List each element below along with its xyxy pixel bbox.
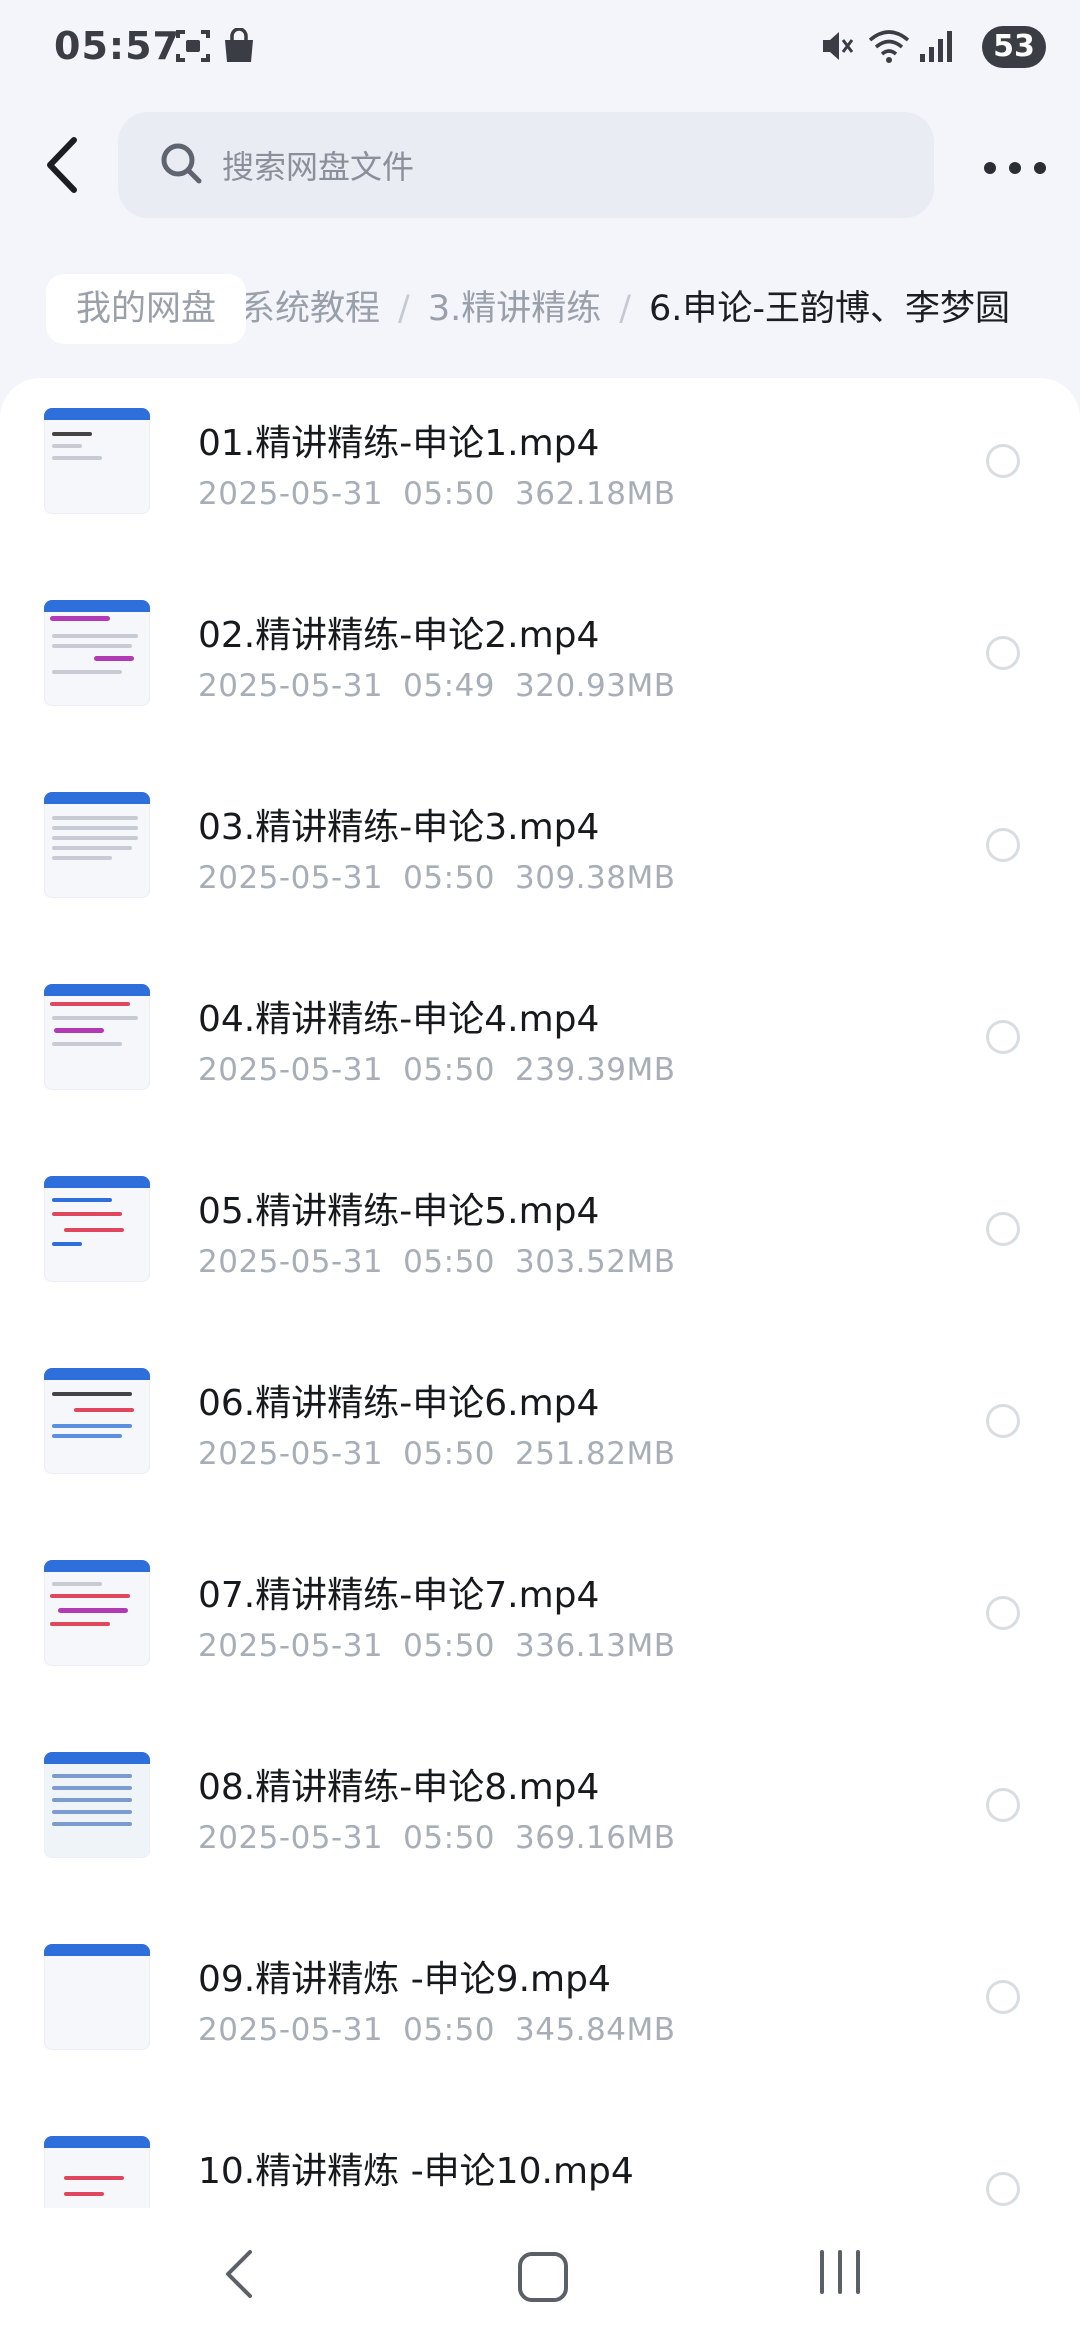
breadcrumb: 我的网盘 系统教程 / 3.精讲精练 / 6.申论-王韵博、李梦圆 — [0, 270, 1080, 350]
file-name: 04.精讲精练-申论4.mp4 — [198, 999, 600, 1040]
file-row[interactable]: 09.精讲精炼 -申论9.mp4 2025-05-31 05:50 345.84MB — [0, 1914, 1080, 2105]
battery-indicator: 53 — [982, 26, 1046, 68]
file-meta: 2025-05-31 05:50 336.13MB — [198, 1628, 676, 1664]
chevron-left-icon — [47, 137, 77, 193]
file-meta: 2025-05-31 05:50 303.52MB — [198, 1244, 676, 1280]
status-time: 05:57 — [54, 24, 180, 68]
signal-icon — [920, 31, 952, 62]
search-placeholder: 搜索网盘文件 — [222, 148, 415, 186]
search-input[interactable]: 搜索网盘文件 — [118, 112, 934, 218]
video-thumbnail — [44, 1368, 150, 1474]
video-thumbnail — [44, 1752, 150, 1858]
file-row[interactable]: 06.精讲精练-申论6.mp4 2025-05-31 05:50 251.82MB — [0, 1338, 1080, 1529]
breadcrumb-current: 6.申论-王韵博、李梦圆 — [649, 289, 1011, 329]
more-button[interactable] — [980, 136, 1050, 196]
select-checkbox[interactable] — [986, 1788, 1020, 1822]
breadcrumb-path: 系统教程 / 3.精讲精练 / 6.申论-王韵博、李梦圆 — [240, 274, 1010, 344]
file-name: 05.精讲精练-申论5.mp4 — [198, 1191, 600, 1232]
file-name: 02.精讲精练-申论2.mp4 — [198, 615, 600, 656]
breadcrumb-separator: / — [398, 289, 410, 329]
video-thumbnail — [44, 1176, 150, 1282]
nav-back-icon[interactable] — [220, 2248, 260, 2300]
file-list: 01.精讲精练-申论1.mp4 2025-05-31 05:50 362.18MB … — [0, 378, 1080, 2208]
file-name: 08.精讲精练-申论8.mp4 — [198, 1767, 600, 1808]
breadcrumb-item[interactable]: 系统教程 — [240, 289, 380, 329]
select-checkbox[interactable] — [986, 1980, 1020, 2014]
select-checkbox[interactable] — [986, 1404, 1020, 1438]
select-checkbox[interactable] — [986, 444, 1020, 478]
file-name: 01.精讲精练-申论1.mp4 — [198, 423, 600, 464]
video-thumbnail — [44, 408, 150, 514]
file-meta: 2025-05-31 05:50 362.18MB — [198, 476, 676, 512]
select-checkbox[interactable] — [986, 1020, 1020, 1054]
file-meta: 2025-05-31 05:50 309.38MB — [198, 860, 676, 896]
select-checkbox[interactable] — [986, 2172, 1020, 2206]
breadcrumb-item[interactable]: 3.精讲精练 — [428, 289, 601, 329]
file-name: 09.精讲精炼 -申论9.mp4 — [198, 1959, 611, 2000]
status-bar: 05:57 53 — [0, 0, 1080, 100]
video-thumbnail — [44, 1944, 150, 2050]
system-nav-bar — [0, 2208, 1080, 2340]
file-row[interactable]: 02.精讲精练-申论2.mp4 2025-05-31 05:49 320.93MB — [0, 570, 1080, 761]
video-thumbnail — [44, 600, 150, 706]
back-button[interactable] — [34, 130, 94, 200]
file-row[interactable]: 01.精讲精练-申论1.mp4 2025-05-31 05:50 362.18MB — [0, 378, 1080, 569]
file-row[interactable]: 04.精讲精练-申论4.mp4 2025-05-31 05:50 239.39MB — [0, 954, 1080, 1145]
select-checkbox[interactable] — [986, 636, 1020, 670]
file-row[interactable]: 08.精讲精练-申论8.mp4 2025-05-31 05:50 369.16MB — [0, 1722, 1080, 1913]
mute-icon — [823, 32, 854, 60]
video-thumbnail — [44, 984, 150, 1090]
more-horizontal-icon — [984, 162, 996, 174]
file-name: 03.精讲精练-申论3.mp4 — [198, 807, 600, 848]
wifi-icon — [868, 30, 910, 63]
select-checkbox[interactable] — [986, 828, 1020, 862]
shopping-bag-icon — [225, 28, 253, 62]
file-row[interactable]: 05.精讲精练-申论5.mp4 2025-05-31 05:50 303.52MB — [0, 1146, 1080, 1337]
video-thumbnail — [44, 792, 150, 898]
file-meta: 2025-05-31 05:50 239.39MB — [198, 1052, 676, 1088]
video-thumbnail — [44, 2136, 150, 2208]
nav-home-icon[interactable] — [518, 2252, 568, 2302]
file-meta: 2025-05-31 05:50 369.16MB — [198, 1820, 676, 1856]
file-meta: 2025-05-31 05:50 251.82MB — [198, 1436, 676, 1472]
file-name: 06.精讲精练-申论6.mp4 — [198, 1383, 600, 1424]
video-thumbnail — [44, 1560, 150, 1666]
screenshot-icon — [176, 30, 210, 62]
file-name: 10.精讲精炼 -申论10.mp4 — [198, 2151, 634, 2192]
file-meta: 2025-05-31 05:50 345.84MB — [198, 2012, 676, 2048]
file-name: 07.精讲精练-申论7.mp4 — [198, 1575, 600, 1616]
file-row[interactable]: 03.精讲精练-申论3.mp4 2025-05-31 05:50 309.38MB — [0, 762, 1080, 953]
breadcrumb-separator: / — [619, 289, 632, 329]
file-meta: 2025-05-31 05:49 320.93MB — [198, 668, 676, 704]
file-row[interactable]: 07.精讲精练-申论7.mp4 2025-05-31 05:50 336.13MB — [0, 1530, 1080, 1721]
select-checkbox[interactable] — [986, 1212, 1020, 1246]
search-icon — [161, 143, 202, 184]
header: 搜索网盘文件 — [0, 100, 1080, 240]
select-checkbox[interactable] — [986, 1596, 1020, 1630]
breadcrumb-root[interactable]: 我的网盘 — [46, 274, 247, 344]
file-row[interactable]: 10.精讲精炼 -申论10.mp4 — [0, 2106, 1080, 2208]
